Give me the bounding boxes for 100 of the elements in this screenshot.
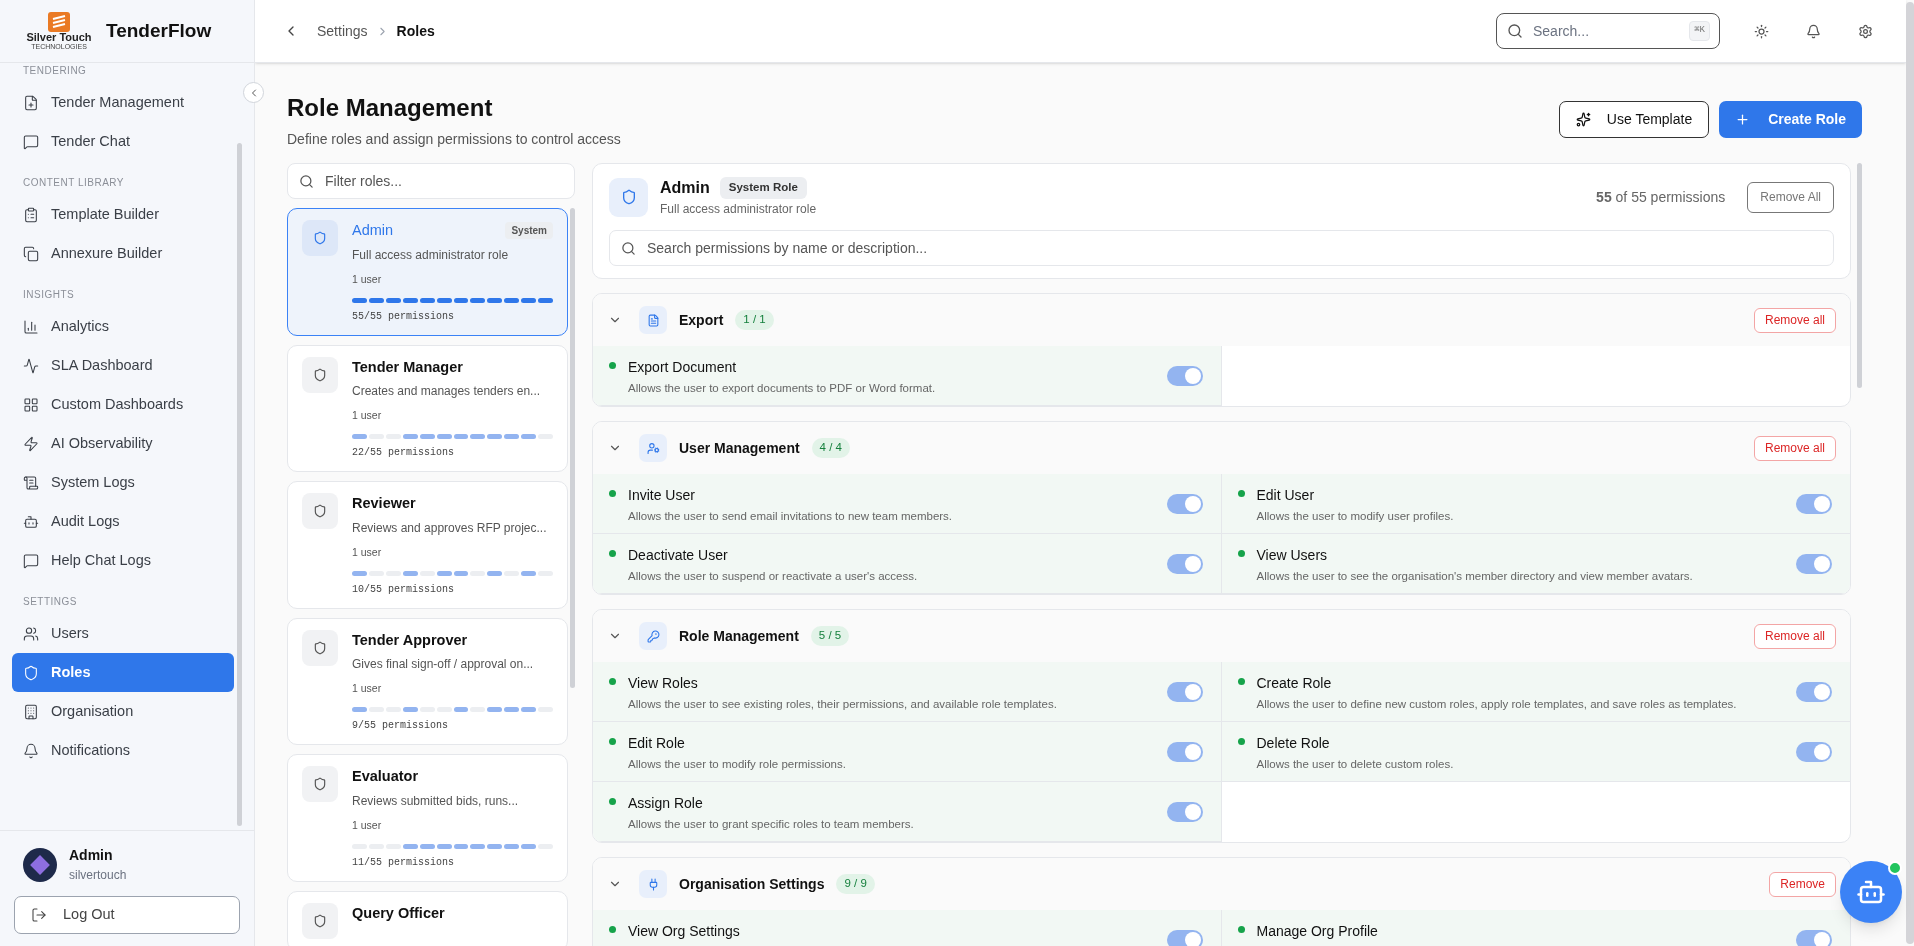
permission-description: Allows the user to see the organisation's member directory and view member avatars. [1256,569,1694,584]
permission-toggle[interactable] [1796,554,1832,574]
role-name: Tender Manager [352,357,463,377]
copy-icon [23,245,39,262]
nav-item[interactable]: Audit Logs [12,502,234,541]
category-count: 4 / 4 [811,438,850,458]
permission-search-field[interactable]: Search permissions by name or description... [609,230,1834,266]
permission-name: Invite User [628,486,696,505]
filter-roles-field[interactable]: Filter roles... [287,163,575,199]
permission-name: Create Role [1256,674,1333,693]
permission-count: 10/55 permissions [352,582,456,597]
permission-name: View Roles [628,674,699,693]
role-card[interactable]: Reviewer Reviews and approves RFP projec... 1 user 10/55 permissions [287,481,568,609]
remove-all-button[interactable]: Remove all [1753,435,1836,461]
users-icon [23,625,39,642]
building-icon [23,703,39,720]
permission-toggle[interactable] [1166,554,1203,574]
nav-item[interactable]: System Logs [12,463,234,502]
permission-toggle[interactable] [1796,930,1832,946]
search-icon [621,241,636,256]
permission-description: Allows the user to send email invitations to new team members. [628,509,954,524]
nav-item[interactable]: Tender Chat [12,122,234,161]
role-card[interactable]: Admin System Full access administrator role 1 user 55/55 permissions [287,208,568,336]
nav-item[interactable]: Template Builder [12,195,234,234]
nav-item[interactable]: Organisation [12,692,234,731]
role-card[interactable]: Tender Manager Creates and manages tenders en... 1 user 22/55 permissions [287,344,568,472]
permission-toggle[interactable] [1166,682,1203,702]
permission-toggle[interactable] [1166,742,1203,762]
nav-item[interactable]: Annexure Builder [12,234,234,273]
role-card[interactable]: Query Officer [287,890,568,946]
nav-item[interactable]: AI Observability [12,424,234,463]
permission-count: 9/55 permissions [352,719,449,733]
role-name: Evaluator [352,767,419,786]
breadcrumb-link[interactable]: Roles [396,20,435,42]
permission-name: View Org Settings [628,922,741,941]
category-name: Export [679,310,724,330]
nav-item[interactable]: Tender Management [12,83,234,122]
nav-item[interactable]: Custom Dashboards [12,385,234,424]
bell-icon [1805,23,1821,39]
role-card[interactable]: Tender Approver Gives final sign-off / approval on... 1 user 9/55 permissions [287,617,568,745]
nav-item[interactable]: Analytics [12,307,234,346]
permission-toggle[interactable] [1166,494,1203,514]
use-template-button[interactable]: Use Template [1558,101,1710,138]
nav-item[interactable]: SLA Dashboard [12,346,234,385]
shield-icon [302,629,338,666]
chat-bubble-icon [23,133,39,150]
lightning-icon [23,435,39,452]
permission-description: Allows the user to modify user profiles. [1256,509,1455,524]
chatbot-button[interactable] [1840,861,1902,923]
file-plus-icon [23,94,39,111]
create-role-button[interactable]: Create Role [1719,101,1862,138]
logout-button[interactable]: Log Out [14,896,240,934]
permission-description: Allows the user to suspend or reactivate a user's access. [628,569,919,584]
permission-toggle[interactable] [1166,930,1203,946]
user-count: 1 user [352,544,383,560]
permission-toggle[interactable] [1796,494,1832,514]
role-card[interactable]: Evaluator Reviews submitted bids, runs... 1 user 11/55 permissions [287,754,568,882]
search-icon [299,174,314,189]
permission-name: Deactivate User [628,546,729,565]
remove-all-button[interactable]: Remove all [1753,623,1836,649]
shield-icon [302,902,338,939]
plus-icon [1735,112,1751,127]
sun-icon [1753,23,1769,39]
remove-all-button[interactable]: Remove all [1753,307,1836,333]
nav-item[interactable]: Help Chat Logs [12,541,234,580]
role-description: Reviews submitted bids, runs... [352,792,520,810]
logo-icon [48,11,70,32]
category-name: User Management [679,438,800,458]
permission-name: Delete Role [1256,734,1331,753]
permission-toggle[interactable] [1796,742,1832,762]
robot-icon [23,513,39,530]
category-count: 5 / 5 [810,626,850,646]
permission-toggle[interactable] [1166,366,1203,386]
permission-description: Allows the user to define new custom roles, apply role templates, and save roles as templates. [1256,697,1738,712]
shield-icon [302,766,338,802]
bar-chart-icon [23,318,39,335]
permission-toggle[interactable] [1796,682,1832,702]
collapse-sidebar-button[interactable] [243,82,264,103]
category-name: Role Management [679,626,799,646]
nav-item[interactable]: Users [12,614,234,653]
section-label: SETTINGS [22,595,78,609]
breadcrumb-link[interactable]: Settings [317,20,368,42]
permission-toggle[interactable] [1166,802,1203,822]
page-subtitle: Define roles and assign permissions to control access [287,130,621,149]
user-gear-icon [639,434,667,462]
role-name: Query Officer [352,903,445,923]
permission-description: Allows the user to grant specific roles to team members. [628,817,915,832]
role-description: Full access administrator role [660,201,817,218]
nav-item[interactable]: Notifications [12,731,234,770]
remove-all-button[interactable]: Remove All [1747,181,1834,213]
user-count: 1 user [352,817,383,833]
role-description: Gives final sign-off / approval on... [352,656,535,674]
permission-description: Allows the user to delete custom roles. [1256,757,1455,772]
remove-all-button[interactable]: Remove [1769,871,1836,897]
settings-icon [1857,23,1873,39]
user-name: Admin [69,846,114,865]
nav-item[interactable]: Roles [12,653,234,692]
user-org: silvertouch [69,867,127,884]
chat-bubble-icon [23,552,39,569]
sparkles-icon [1575,112,1591,127]
